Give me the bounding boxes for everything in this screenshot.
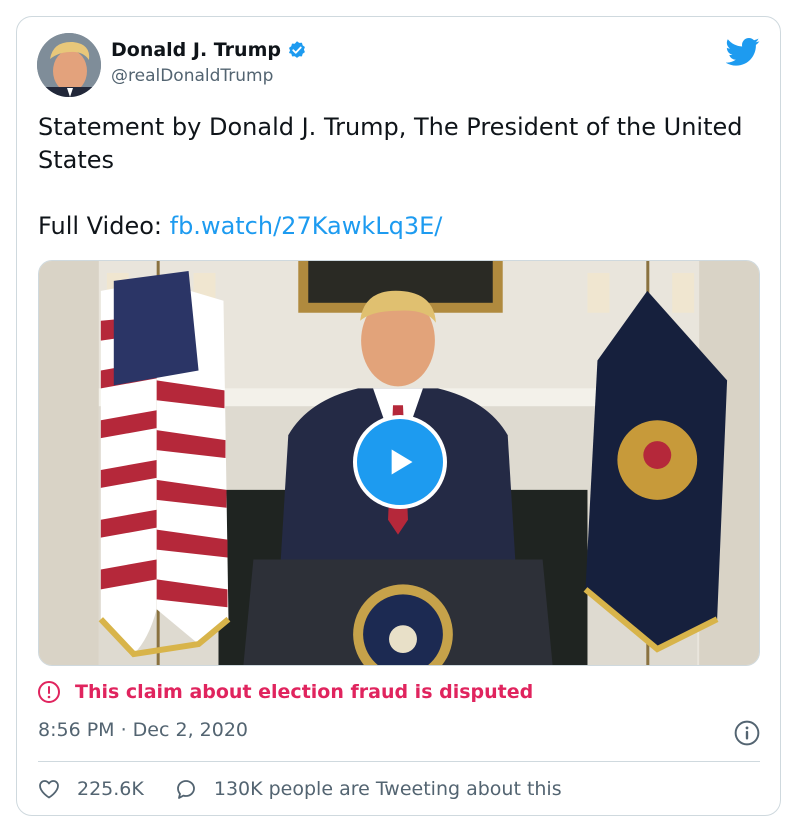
tweet-full-video-line: Full Video: fb.watch/27KawkLq3E/ (38, 210, 758, 243)
heart-icon (39, 780, 59, 799)
avatar-image (37, 33, 101, 97)
info-icon[interactable] (734, 720, 760, 746)
disputed-claim-notice[interactable]: This claim about election fraud is dispu… (37, 680, 533, 704)
conversation-text: 130K people are Tweeting about this (213, 778, 562, 800)
author-handle[interactable]: @realDonaldTrump (111, 66, 273, 86)
verified-badge-icon (288, 41, 305, 58)
play-button[interactable] (353, 415, 447, 509)
tweet-card: Donald J. Trump @realDonaldTrump Stateme… (16, 16, 781, 816)
conversation-link[interactable]: 130K people are Tweeting about this (174, 777, 562, 801)
like-button[interactable]: 225.6K (37, 777, 144, 801)
author-name[interactable]: Donald J. Trump (111, 39, 281, 61)
author-name-row[interactable]: Donald J. Trump (111, 39, 307, 61)
play-icon (391, 449, 413, 475)
speech-bubble-icon (176, 780, 195, 799)
full-video-label: Full Video: (38, 212, 170, 240)
video-link[interactable]: fb.watch/27KawkLq3E/ (170, 212, 443, 240)
disputed-claim-text[interactable]: This claim about election fraud is dispu… (75, 681, 533, 703)
tweet-text: Statement by Donald J. Trump, The Presid… (38, 111, 758, 243)
tweet-statement: Statement by Donald J. Trump, The Presid… (38, 113, 743, 174)
divider (38, 761, 760, 762)
avatar[interactable] (37, 33, 101, 97)
tweet-timestamp[interactable]: 8:56 PM · Dec 2, 2020 (38, 719, 248, 741)
tweet-actions: 225.6K 130K people are Tweeting about th… (37, 777, 562, 801)
like-count: 225.6K (77, 778, 144, 800)
twitter-bird-icon[interactable] (726, 37, 760, 67)
alert-circle-icon (38, 681, 60, 703)
video-player[interactable] (38, 260, 760, 666)
